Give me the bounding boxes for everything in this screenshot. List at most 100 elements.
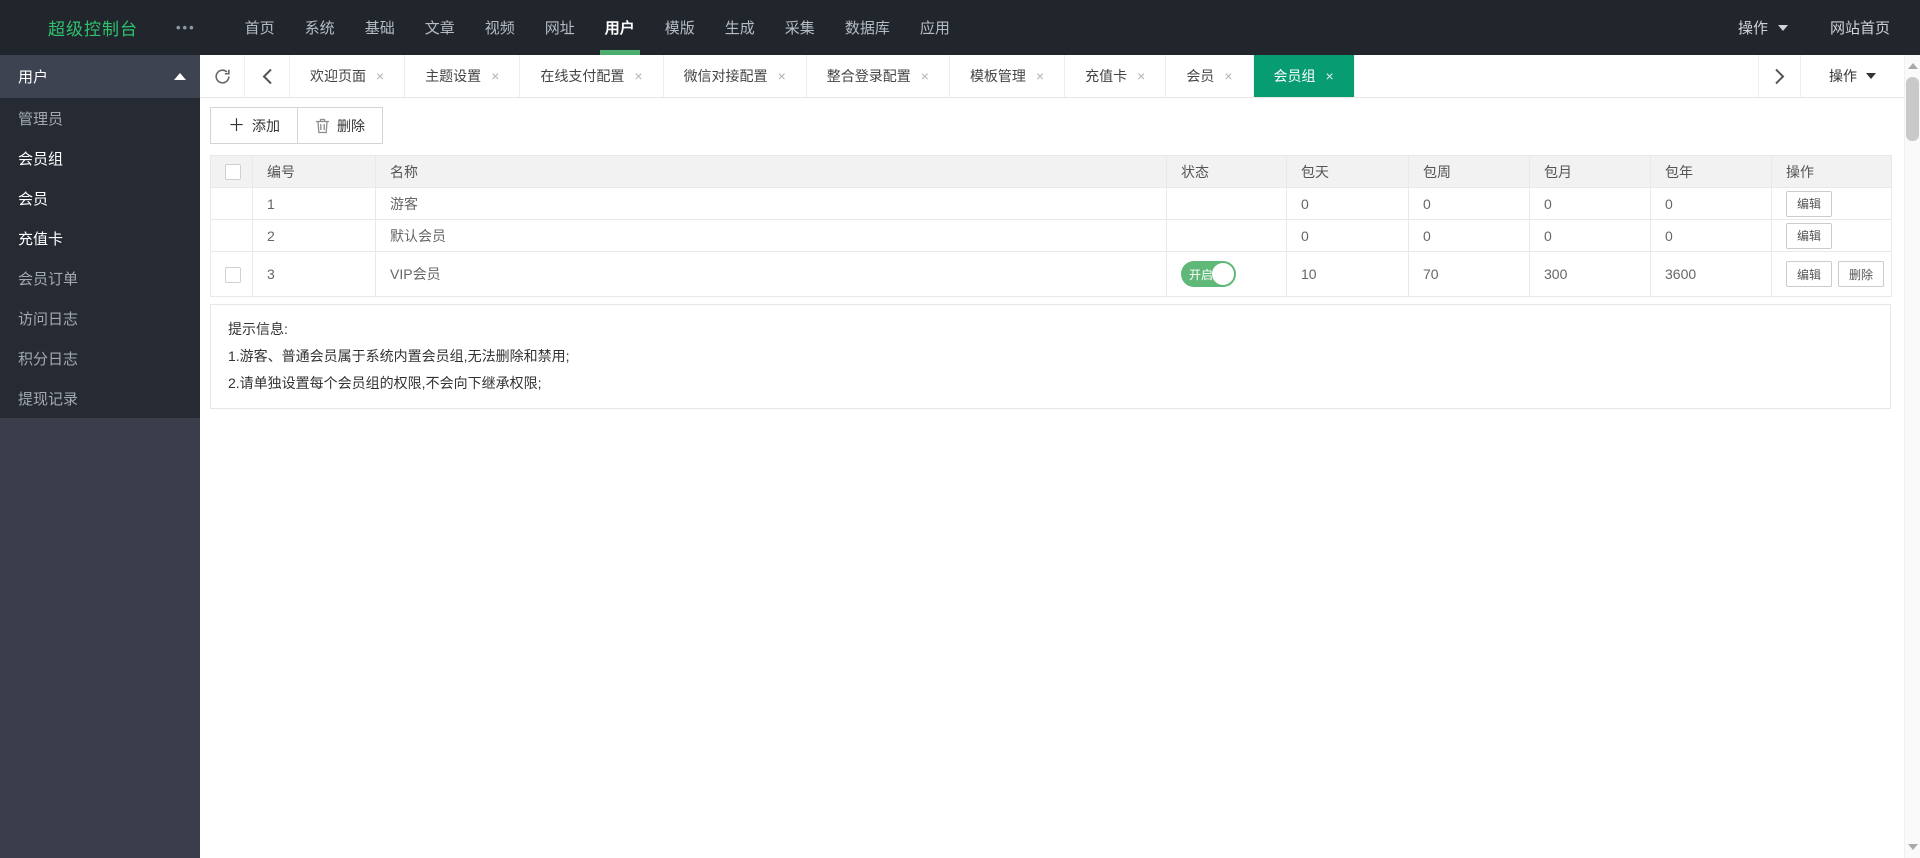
nav-item[interactable]: 网址: [530, 0, 590, 55]
tab-label: 欢迎页面: [310, 68, 366, 84]
sidebar-header-users[interactable]: 用户: [0, 55, 200, 98]
vertical-scrollbar[interactable]: [1904, 55, 1920, 858]
nav-item[interactable]: 采集: [770, 0, 830, 55]
nav-item[interactable]: 基础: [350, 0, 410, 55]
table-row: 1 游客 0 0 0 0 编辑: [210, 187, 1892, 220]
trash-icon: [315, 118, 330, 134]
row-edit-button[interactable]: 编辑: [1786, 190, 1833, 217]
sidebar-item[interactable]: 访问日志: [0, 298, 200, 338]
close-tab-icon[interactable]: ×: [778, 68, 786, 84]
per-year: 0: [1650, 219, 1772, 252]
refresh-tab-button[interactable]: [200, 55, 245, 97]
tabs-container: 欢迎页面 × 主题设置 × 在线支付配置 × 微信对接配置 × 整合登录配置 × 模板管理 × 充值卡 ×…: [290, 55, 1355, 97]
tab[interactable]: 整合登录配置 ×: [807, 55, 950, 97]
nav-item[interactable]: 视频: [470, 0, 530, 55]
tab[interactable]: 充值卡 ×: [1065, 55, 1167, 97]
row-status-cell: [1166, 187, 1287, 220]
column-header: 包年: [1650, 155, 1772, 188]
row-status-cell: [1166, 219, 1287, 252]
row-name: 游客: [375, 187, 1167, 220]
prev-tabs-button[interactable]: [245, 55, 290, 97]
row-id: 1: [252, 187, 376, 220]
sidebar-item[interactable]: 积分日志: [0, 338, 200, 378]
nav-item[interactable]: 生成: [710, 0, 770, 55]
row-edit-button[interactable]: 编辑: [1786, 222, 1833, 249]
per-day: 0: [1286, 219, 1409, 252]
add-button[interactable]: ＋ 添加: [210, 107, 298, 144]
hint-line-2: 2.请单独设置每个会员组的权限,不会向下继承权限;: [228, 375, 542, 391]
table-row: 3 VIP会员 开启 10 70 300 3600 编辑 删除: [210, 251, 1892, 297]
close-tab-icon[interactable]: ×: [491, 68, 499, 84]
chevron-left-icon: [262, 68, 273, 85]
tab[interactable]: 会员组 ×: [1253, 55, 1355, 97]
row-delete-button[interactable]: 删除: [1838, 261, 1885, 287]
per-day: 0: [1286, 187, 1409, 220]
site-home-link[interactable]: 网站首页: [1830, 17, 1890, 38]
scrollbar-thumb[interactable]: [1906, 77, 1919, 141]
toggle-knob: [1212, 263, 1234, 285]
close-tab-icon[interactable]: ×: [1137, 68, 1145, 84]
sidebar-item[interactable]: 提现记录: [0, 378, 200, 418]
sidebar-item[interactable]: 充值卡: [0, 218, 200, 258]
caret-down-icon: [1866, 73, 1876, 79]
close-tab-icon[interactable]: ×: [1224, 68, 1232, 84]
main-area: 欢迎页面 × 主题设置 × 在线支付配置 × 微信对接配置 × 整合登录配置 × 模板管理 × 充值卡 ×…: [200, 55, 1920, 858]
status-toggle-label: 开启: [1189, 267, 1214, 282]
sidebar-item[interactable]: 会员: [0, 178, 200, 218]
next-tabs-button[interactable]: [1758, 55, 1800, 97]
close-tab-icon[interactable]: ×: [634, 68, 642, 84]
tab-operations-dropdown[interactable]: 操作: [1800, 55, 1904, 97]
scrollbar-up-icon[interactable]: [1908, 63, 1918, 69]
status-toggle[interactable]: 开启: [1181, 261, 1236, 287]
close-tab-icon[interactable]: ×: [1036, 68, 1044, 84]
refresh-icon: [213, 67, 232, 86]
row-edit-button[interactable]: 编辑: [1786, 261, 1833, 287]
nav-item[interactable]: 首页: [230, 0, 290, 55]
tab-label: 在线支付配置: [540, 68, 625, 84]
hint-line-1: 1.游客、普通会员属于系统内置会员组,无法删除和禁用;: [228, 348, 570, 364]
sidebar-header-label: 用户: [18, 69, 49, 86]
tab-label: 会员: [1186, 68, 1215, 84]
sidebar-item[interactable]: 管理员: [0, 98, 200, 138]
tab[interactable]: 在线支付配置 ×: [520, 55, 664, 97]
nav-item[interactable]: 模版: [650, 0, 710, 55]
tab-label: 会员组: [1273, 68, 1316, 84]
hint-box: 提示信息: 1.游客、普通会员属于系统内置会员组,无法删除和禁用; 2.请单独设…: [210, 304, 1891, 409]
collapse-up-icon: [174, 73, 186, 80]
nav-item[interactable]: 文章: [410, 0, 470, 55]
top-nav: 首页 系统 基础 文章 视频 网址 用户 模版 生成 采集 数据库 应用: [230, 0, 965, 55]
tab-label: 主题设置: [425, 68, 482, 84]
sidebar: 用户 管理员 会员组 会员 充值卡 会员订单 访问日志 积分日志 提现记录: [0, 55, 200, 858]
tab-label: 模板管理: [969, 68, 1026, 84]
per-week: 0: [1408, 187, 1530, 220]
delete-button[interactable]: 删除: [297, 107, 383, 144]
column-header: 包天: [1286, 155, 1409, 188]
tab-bar: 欢迎页面 × 主题设置 × 在线支付配置 × 微信对接配置 × 整合登录配置 × 模板管理 × 充值卡 ×…: [200, 55, 1904, 98]
topbar-action-dropdown[interactable]: 操作: [1738, 17, 1788, 38]
header-checkbox-cell: [210, 155, 253, 188]
row-checkbox[interactable]: [225, 266, 241, 283]
nav-item[interactable]: 数据库: [830, 0, 905, 55]
nav-item[interactable]: 系统: [290, 0, 350, 55]
nav-item[interactable]: 应用: [905, 0, 965, 55]
more-dots-icon[interactable]: •••: [176, 0, 196, 55]
tab-operations-label: 操作: [1829, 68, 1857, 84]
tab-label: 微信对接配置: [683, 68, 768, 84]
select-all-checkbox[interactable]: [225, 164, 241, 181]
scrollbar-down-icon[interactable]: [1908, 844, 1918, 850]
tab[interactable]: 主题设置 ×: [405, 55, 521, 97]
tab[interactable]: 微信对接配置 ×: [664, 55, 807, 97]
tab[interactable]: 会员 ×: [1166, 55, 1254, 97]
sidebar-item[interactable]: 会员组: [0, 138, 200, 178]
tab[interactable]: 欢迎页面 ×: [290, 55, 406, 97]
tab[interactable]: 模板管理 ×: [950, 55, 1066, 97]
sidebar-item[interactable]: 会员订单: [0, 258, 200, 298]
close-tab-icon[interactable]: ×: [1326, 68, 1334, 84]
row-name: 默认会员: [375, 219, 1167, 252]
row-checkbox-cell: [210, 219, 253, 252]
member-group-table: 编号 名称 状态 包天 包周 包月 包年 操作 1 游客 0 0 0 0 编辑 2 默认会员 0 0 0 0 编辑 3 VIP…: [210, 155, 1892, 297]
row-id: 2: [252, 219, 376, 252]
nav-item[interactable]: 用户: [590, 0, 650, 55]
close-tab-icon[interactable]: ×: [376, 68, 384, 84]
close-tab-icon[interactable]: ×: [921, 68, 929, 84]
